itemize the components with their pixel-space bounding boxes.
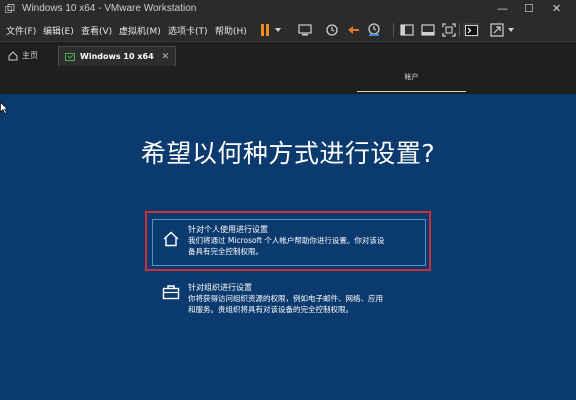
menu-tabs[interactable]: 选项卡(T): [168, 24, 208, 37]
vm-screen[interactable]: 希望以何种方式进行设置? 针对个人使用进行设置 我们将通过 Microsoft …: [0, 94, 576, 400]
pause-icon[interactable]: [259, 23, 271, 37]
vm-header: 帐户: [0, 68, 576, 94]
console-view-icon[interactable]: [399, 23, 415, 37]
tab-home-label: 主页: [22, 51, 38, 60]
setup-heading: 希望以何种方式进行设置?: [140, 139, 436, 168]
organization-option[interactable]: 针对组织进行设置 你将获得访问组织资源的权限，例如电子邮件、网络、应用 和服务。…: [152, 280, 432, 320]
organization-title: 针对组织进行设置: [188, 283, 252, 292]
window-title: Windows 10 x64 - VMware Workstation: [22, 3, 197, 14]
minimize-button[interactable]: —: [497, 2, 508, 16]
fullscreen-icon[interactable]: [420, 23, 436, 37]
maximize-button[interactable]: ☐: [524, 2, 534, 16]
menu-vm[interactable]: 虚拟机(M): [119, 24, 161, 37]
menu-file[interactable]: 文件(F): [6, 24, 36, 37]
organization-desc-line1: 你将获得访问组织资源的权限，例如电子邮件、网络、应用: [188, 294, 383, 303]
annotation-highlight-box: [145, 211, 431, 271]
send-ctrl-alt-del-icon[interactable]: [297, 23, 313, 37]
mouse-cursor-icon: [0, 102, 8, 114]
revert-snapshot-icon[interactable]: [345, 23, 361, 37]
briefcase-icon: [162, 285, 180, 300]
toolbar-divider: [392, 23, 394, 37]
tab-bar: 主页 Windows 10 x64 ✕: [0, 41, 576, 69]
window-titlebar: Windows 10 x64 - VMware Workstation — ☐ …: [0, 0, 576, 19]
menu-view[interactable]: 查看(V): [81, 24, 112, 37]
vmware-app-icon: [5, 4, 15, 13]
dropdown-arrow-icon[interactable]: [274, 23, 282, 37]
view-dropdown-icon[interactable]: [507, 23, 515, 37]
organization-desc-line2: 和服务。贵组织将具有对该设备的完全控制权限。: [188, 305, 353, 314]
terminal-icon[interactable]: [463, 23, 479, 37]
account-tab[interactable]: 帐户: [357, 72, 466, 82]
home-tab-icon: [8, 50, 18, 60]
menu-edit[interactable]: 编辑(E): [43, 24, 74, 37]
unity-icon[interactable]: [441, 23, 457, 37]
tab-home[interactable]: 主页: [4, 46, 42, 65]
vm-tab-icon: [65, 52, 75, 61]
organization-text: 针对组织进行设置 你将获得访问组织资源的权限，例如电子邮件、网络、应用 和服务。…: [188, 282, 422, 315]
snapshot-icon[interactable]: [324, 23, 340, 37]
stretch-icon[interactable]: [489, 23, 505, 37]
close-tab-icon[interactable]: ✕: [162, 52, 170, 62]
tab-windows10-label: Windows 10 x64: [80, 52, 154, 61]
close-window-button[interactable]: ✕: [552, 2, 561, 16]
tab-windows10[interactable]: Windows 10 x64 ✕: [58, 46, 177, 66]
menu-help[interactable]: 帮助(H): [215, 24, 247, 37]
snapshot-manager-icon[interactable]: [366, 23, 382, 37]
toolbar-divider: [458, 23, 460, 37]
menubar: 文件(F) 编辑(E) 查看(V) 虚拟机(M) 选项卡(T) 帮助(H): [0, 19, 576, 41]
account-tab-underline: [357, 91, 466, 92]
